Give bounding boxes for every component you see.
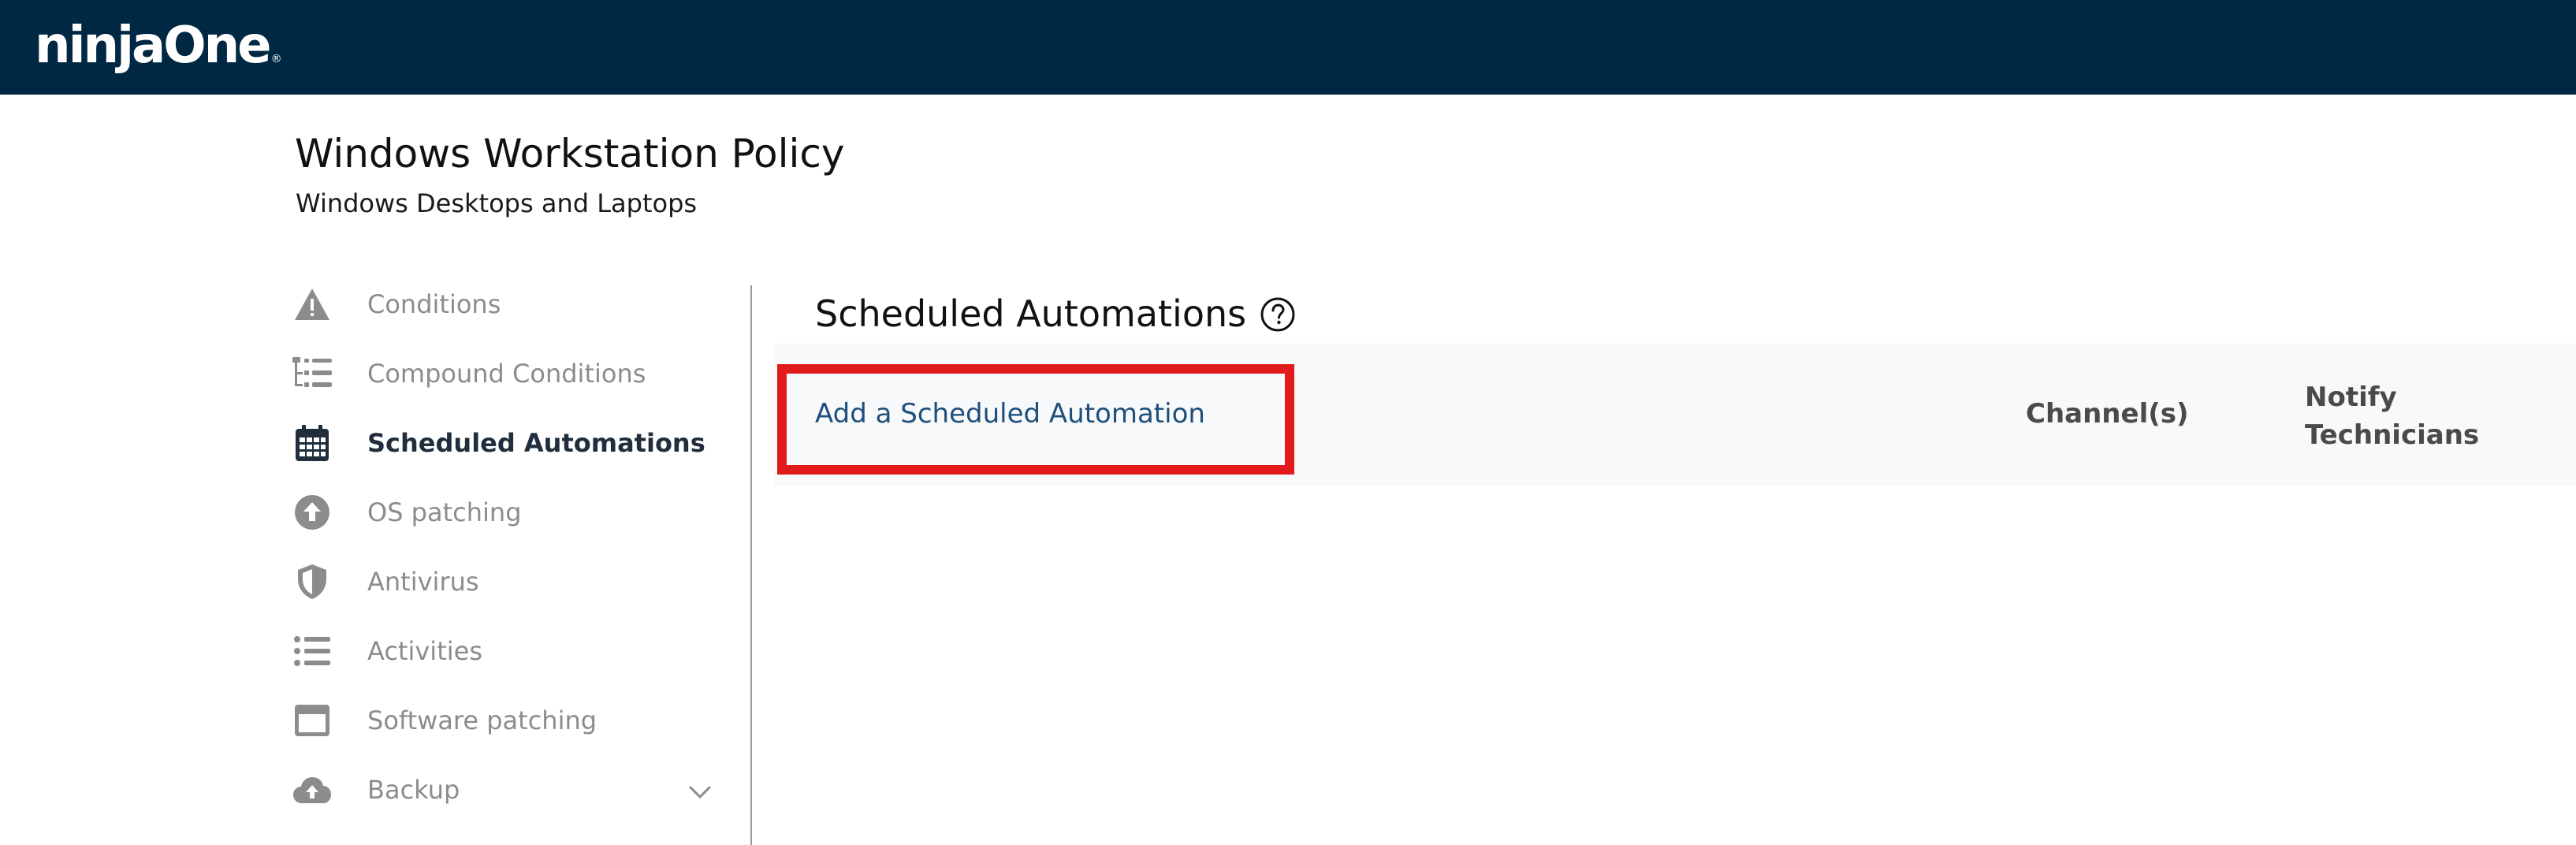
sidebar-item-label: Compound Conditions — [367, 359, 646, 389]
sidebar-item-label: Activities — [367, 636, 482, 666]
section-title: Scheduled Automations — [815, 292, 1247, 335]
chevron-down-icon[interactable] — [686, 777, 714, 806]
list-icon — [292, 631, 333, 672]
sidebar-item-label: Backup — [367, 775, 460, 805]
warning-icon — [292, 284, 333, 325]
registered-mark: ® — [270, 53, 282, 65]
logo-text: ninjaOne — [35, 17, 272, 75]
policy-title: Windows Workstation Policy — [295, 131, 845, 177]
column-header-notify-line2: Technicians — [2305, 419, 2480, 451]
column-header-notify-line1: Notify — [2305, 382, 2397, 413]
calendar-icon — [292, 422, 333, 463]
sidebar-item-antivirus[interactable]: Antivirus — [292, 553, 733, 610]
sidebar-item-scheduled-automations[interactable]: Scheduled Automations — [292, 415, 733, 471]
sidebar-item-label: OS patching — [367, 497, 522, 527]
sidebar-item-activities[interactable]: Activities — [292, 623, 733, 679]
sidebar-item-conditions[interactable]: Conditions — [292, 276, 733, 333]
question-circle-icon[interactable] — [1260, 296, 1296, 333]
upload-circle-icon — [292, 492, 333, 533]
sidebar-item-backup[interactable]: Backup — [292, 761, 733, 818]
shield-icon — [292, 561, 333, 602]
policy-subtitle: Windows Desktops and Laptops — [296, 188, 698, 218]
sidebar-divider — [750, 285, 752, 845]
sidebar-item-label: Conditions — [367, 289, 501, 319]
window-icon — [292, 700, 333, 741]
sidebar-item-compound-conditions[interactable]: Compound Conditions — [292, 345, 733, 402]
sidebar-item-software-patching[interactable]: Software patching — [292, 692, 733, 749]
sidebar-item-label: Software patching — [367, 705, 597, 735]
top-navigation-bar: ninjaOne ® — [0, 0, 2576, 95]
column-header-notify-technicians: Notify Technicians — [2305, 378, 2479, 454]
sidebar-item-label: Scheduled Automations — [367, 428, 705, 458]
cloud-upload-icon — [292, 769, 333, 810]
sidebar-item-label: Antivirus — [367, 567, 479, 597]
sidebar-item-os-patching[interactable]: OS patching — [292, 484, 733, 541]
tree-list-icon — [292, 353, 333, 394]
ninjaone-logo[interactable]: ninjaOne ® — [35, 14, 282, 91]
column-header-channels: Channel(s) — [2026, 398, 2189, 430]
highlight-annotation-box — [777, 364, 1294, 475]
